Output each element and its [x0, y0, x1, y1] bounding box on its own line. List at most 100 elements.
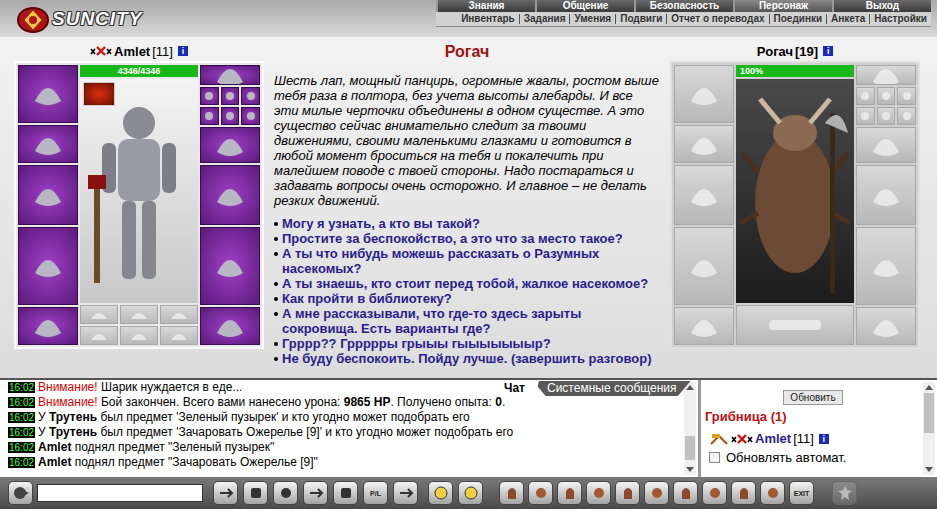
ring-slot[interactable] — [856, 87, 875, 105]
belt-slot[interactable] — [160, 305, 198, 324]
ring-slot[interactable] — [856, 107, 875, 125]
belt-slot[interactable] — [80, 326, 118, 345]
private-message-icon[interactable] — [709, 432, 729, 446]
equip-slot[interactable] — [856, 307, 916, 345]
toolbar-button[interactable] — [393, 481, 418, 505]
message-time[interactable]: 16:02 — [8, 382, 35, 393]
dialog-option[interactable]: А мне рассказывали, что где-то здесь зар… — [274, 306, 660, 336]
dialog-option[interactable]: Простите за беспокойство, а это что за м… — [274, 231, 660, 246]
message-time[interactable]: 16:02 — [8, 412, 35, 423]
checkbox[interactable] — [709, 452, 720, 463]
toolbar-button[interactable] — [760, 481, 785, 505]
dialog-option[interactable]: Могу я узнать, а кто вы такой? — [274, 216, 660, 231]
equip-slot[interactable] — [856, 127, 916, 163]
dialog-option[interactable]: Не буду беспокоить. Пойду лучше. (заверш… — [274, 351, 660, 366]
toolbar-button[interactable] — [428, 481, 453, 505]
equip-slot[interactable] — [200, 127, 260, 163]
dialog-option[interactable]: Как пройти в библиотеку? — [274, 291, 660, 306]
equip-slot[interactable] — [18, 65, 78, 123]
toolbar-button[interactable] — [333, 481, 358, 505]
scroll-down-icon[interactable] — [925, 467, 933, 472]
toolbar-button[interactable] — [586, 481, 611, 505]
info-button[interactable]: i — [823, 46, 833, 56]
ring-slot[interactable] — [221, 107, 240, 125]
toolbar-button[interactable] — [458, 481, 483, 505]
belt-slot[interactable] — [736, 305, 854, 345]
ring-slot[interactable] — [221, 87, 240, 105]
dialog-option[interactable]: А ты знаешь, кто стоит перед тобой, жалк… — [274, 276, 660, 291]
nav-tab[interactable]: Безопасность — [634, 0, 733, 12]
equip-slot[interactable] — [200, 307, 260, 345]
ring-slot[interactable] — [241, 107, 260, 125]
belt-slot[interactable] — [120, 326, 158, 345]
equip-slot[interactable] — [18, 227, 78, 305]
equip-slot[interactable] — [856, 65, 916, 85]
subnav-item[interactable]: Поединки — [769, 14, 827, 24]
toolbar-button[interactable] — [243, 481, 268, 505]
chat-input[interactable] — [37, 484, 203, 502]
scrollbar[interactable] — [684, 382, 696, 475]
nav-tab[interactable]: Персонаж — [733, 0, 832, 12]
dialog-option[interactable]: Грррр?? Гррррры грыыы гыыыыыыыр? — [274, 336, 660, 351]
ring-slot[interactable] — [877, 107, 896, 125]
scroll-up-icon[interactable] — [686, 385, 694, 390]
ring-slot[interactable] — [200, 107, 219, 125]
subnav-item[interactable]: Подвиги — [615, 14, 666, 24]
message-time[interactable]: 16:02 — [8, 397, 35, 408]
message-time[interactable]: 16:02 — [8, 457, 35, 468]
info-button[interactable]: i — [178, 46, 188, 56]
equip-slot[interactable] — [674, 227, 734, 305]
scroll-thumb[interactable] — [685, 436, 695, 460]
chat-head-button[interactable] — [8, 481, 33, 505]
subnav-item[interactable]: Задания — [519, 14, 570, 24]
nav-tab[interactable]: Знания — [436, 0, 535, 12]
toolbar-button[interactable] — [615, 481, 640, 505]
chat-tab[interactable]: Чат — [490, 381, 539, 396]
equip-slot[interactable] — [674, 165, 734, 225]
subnav-item[interactable]: Анкета — [826, 14, 869, 24]
toolbar-button[interactable] — [528, 481, 553, 505]
subnav-item[interactable]: Умения — [569, 14, 615, 24]
equip-slot[interactable] — [674, 307, 734, 345]
toolbar-button[interactable] — [557, 481, 582, 505]
toolbar-button[interactable] — [702, 481, 727, 505]
toolbar-button[interactable]: EXIT — [789, 481, 814, 505]
belt-slot[interactable] — [120, 305, 158, 324]
ring-slot[interactable] — [897, 107, 916, 125]
toolbar-button[interactable]: P/L — [363, 481, 388, 505]
ring-slot[interactable] — [897, 87, 916, 105]
toolbar-button[interactable] — [731, 481, 756, 505]
message-time[interactable]: 16:02 — [8, 427, 35, 438]
scroll-thumb[interactable] — [924, 393, 934, 433]
subnav-item[interactable]: Инвентарь — [457, 14, 519, 24]
equip-slot[interactable] — [200, 65, 260, 85]
toolbar-button[interactable] — [213, 481, 238, 505]
scrollbar[interactable] — [923, 382, 935, 475]
refresh-button[interactable]: Обновить — [783, 390, 842, 405]
info-button[interactable]: i — [819, 434, 829, 444]
scroll-down-icon[interactable] — [686, 467, 694, 472]
toolbar-button[interactable] — [499, 481, 524, 505]
subnav-item[interactable]: Настройки — [869, 14, 931, 24]
toolbar-button[interactable] — [832, 481, 857, 505]
nav-tab[interactable]: Общение — [535, 0, 634, 12]
belt-slot[interactable] — [80, 305, 118, 324]
logo[interactable]: SUNCITY — [0, 0, 436, 37]
chat-tab[interactable]: Системные сообщения — [533, 381, 691, 396]
equip-slot[interactable] — [200, 227, 260, 305]
nav-tab[interactable]: Выход — [832, 0, 931, 12]
ring-slot[interactable] — [877, 87, 896, 105]
equip-slot[interactable] — [18, 125, 78, 163]
equip-slot[interactable] — [856, 165, 916, 225]
subnav-item[interactable]: Отчет о переводах — [666, 14, 768, 24]
equip-slot[interactable] — [18, 165, 78, 225]
toolbar-button[interactable] — [273, 481, 298, 505]
toolbar-button[interactable] — [673, 481, 698, 505]
auto-refresh[interactable]: Обновлять автомат. — [705, 450, 921, 465]
equip-slot[interactable] — [200, 165, 260, 225]
equip-slot[interactable] — [674, 65, 734, 123]
message-time[interactable]: 16:02 — [8, 442, 35, 453]
clan-icon[interactable] — [90, 46, 112, 56]
toolbar-button[interactable] — [303, 481, 328, 505]
dialog-option[interactable]: А ты что нибудь можешь рассказать о Разу… — [274, 246, 660, 276]
